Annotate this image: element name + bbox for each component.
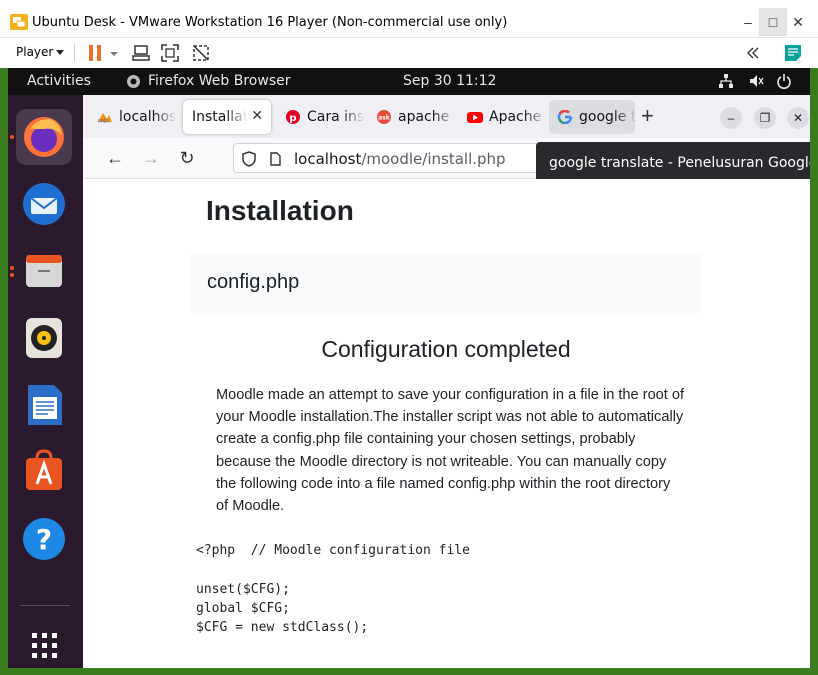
url-path: /moodle/install.php bbox=[361, 150, 506, 168]
tab-label: google translate bbox=[579, 109, 637, 125]
vmware-logo-icon bbox=[10, 14, 28, 30]
files-icon bbox=[26, 255, 62, 287]
firefox-window: PMA localhost Installation ✕ p Cara inst… bbox=[83, 95, 810, 668]
dock-rhythmbox[interactable] bbox=[16, 310, 72, 366]
tab-label: localhost bbox=[119, 109, 177, 125]
activities-button[interactable]: Activities bbox=[27, 73, 91, 89]
ubuntu-dock: ? bbox=[8, 95, 83, 668]
page-info-icon[interactable] bbox=[269, 152, 281, 166]
dock-firefox[interactable] bbox=[16, 109, 72, 165]
toolbar-divider bbox=[74, 44, 75, 62]
tab-tooltip: google translate - Penelusuran Google bbox=[536, 142, 810, 184]
svg-text:p: p bbox=[289, 113, 296, 124]
tab-label: apache bbox=[398, 109, 450, 125]
send-ctrl-alt-del-icon[interactable] bbox=[132, 44, 150, 62]
window-title: Ubuntu Desk - VMware Workstation 16 Play… bbox=[32, 15, 508, 30]
pause-icon[interactable] bbox=[86, 44, 104, 62]
new-tab-button[interactable]: + bbox=[641, 103, 654, 129]
configuration-completed-heading: Configuration completed bbox=[321, 336, 571, 362]
instructions-paragraph: Moodle made an attempt to save your conf… bbox=[216, 387, 685, 515]
tracking-protection-shield-icon[interactable] bbox=[242, 151, 256, 167]
app-menu[interactable]: Firefox Web Browser bbox=[148, 73, 291, 89]
clock[interactable]: Sep 30 11:12 bbox=[403, 73, 496, 89]
network-icon[interactable] bbox=[718, 73, 734, 89]
tab-installation[interactable]: Installation ✕ bbox=[183, 100, 271, 134]
tab-cara-install[interactable]: p Cara install bbox=[277, 100, 365, 134]
config-box: config.php bbox=[191, 254, 701, 313]
firefox-minimize-button[interactable]: – bbox=[720, 107, 742, 129]
close-tab-icon[interactable]: ✕ bbox=[251, 108, 263, 124]
svg-text:ask: ask bbox=[378, 115, 391, 122]
tab-label: Installation bbox=[192, 109, 248, 125]
tab-apache-youtube[interactable]: Apache bbox=[459, 100, 544, 134]
firefox-icon bbox=[24, 117, 64, 157]
ask-icon: ask bbox=[377, 110, 391, 124]
url-text: localhost/moodle/install.php bbox=[294, 150, 506, 168]
ubuntu-top-bar: Activities Firefox Web Browser Sep 30 11… bbox=[8, 68, 810, 95]
forward-button[interactable]: → bbox=[139, 146, 163, 170]
page-heading: Installation bbox=[206, 195, 354, 226]
notes-icon[interactable] bbox=[784, 44, 802, 62]
close-button[interactable]: ✕ bbox=[784, 8, 812, 36]
help-icon: ? bbox=[23, 518, 65, 560]
back-button[interactable]: ← bbox=[103, 146, 127, 170]
thunderbird-icon bbox=[23, 183, 65, 225]
vmware-toolbar: Player bbox=[0, 38, 818, 68]
volume-muted-icon[interactable] bbox=[748, 73, 764, 89]
power-icon[interactable] bbox=[776, 73, 792, 89]
tab-bar: PMA localhost Installation ✕ p Cara inst… bbox=[83, 95, 810, 138]
pinterest-icon: p bbox=[286, 110, 300, 124]
fullscreen-icon[interactable] bbox=[161, 44, 179, 62]
firefox-close-button[interactable]: ✕ bbox=[787, 107, 809, 129]
maximize-button[interactable]: □ bbox=[759, 8, 787, 36]
collapse-toolbar-icon[interactable] bbox=[744, 44, 762, 62]
config-box-title: config.php bbox=[207, 271, 300, 293]
google-icon bbox=[557, 110, 573, 124]
svg-text:?: ? bbox=[36, 523, 52, 556]
running-indicator bbox=[10, 266, 14, 270]
vmware-title-bar: Ubuntu Desk - VMware Workstation 16 Play… bbox=[0, 0, 818, 38]
running-indicator bbox=[10, 135, 14, 139]
dock-show-applications[interactable] bbox=[16, 617, 72, 668]
firefox-restore-button[interactable]: ❐ bbox=[754, 107, 776, 129]
player-menu[interactable]: Player bbox=[16, 45, 53, 59]
page-content: Installation config.php Configuration co… bbox=[83, 179, 810, 668]
dock-thunderbird[interactable] bbox=[16, 176, 72, 232]
config-code-block[interactable]: <?php // Moodle configuration file unset… bbox=[196, 541, 470, 637]
youtube-icon bbox=[467, 112, 483, 123]
url-host: localhost bbox=[294, 150, 362, 168]
unity-mode-icon[interactable] bbox=[192, 44, 210, 62]
phpmyadmin-icon: PMA bbox=[98, 113, 112, 124]
minimize-button[interactable]: – bbox=[734, 8, 762, 36]
tab-label: Apache bbox=[489, 109, 542, 125]
reload-button[interactable]: ↻ bbox=[175, 146, 199, 170]
app-grid-icon bbox=[32, 633, 57, 658]
vm-screen: Activities Firefox Web Browser Sep 30 11… bbox=[8, 68, 810, 668]
tab-label: Cara install bbox=[307, 109, 365, 125]
svg-text:PMA: PMA bbox=[98, 119, 109, 124]
running-indicator bbox=[10, 273, 14, 277]
rhythmbox-icon bbox=[26, 318, 62, 358]
dock-ubuntu-software[interactable] bbox=[16, 444, 72, 500]
dock-files[interactable] bbox=[16, 243, 72, 299]
software-store-icon bbox=[26, 449, 62, 490]
player-menu-arrow-icon[interactable] bbox=[56, 50, 64, 55]
dock-separator bbox=[20, 605, 70, 606]
tab-apache-ask[interactable]: ask apache bbox=[368, 100, 453, 134]
firefox-app-icon bbox=[127, 75, 140, 88]
tab-google-translate[interactable]: google translate bbox=[549, 100, 637, 134]
tab-localhost[interactable]: PMA localhost bbox=[89, 100, 177, 134]
dock-libreoffice-writer[interactable] bbox=[16, 377, 72, 433]
writer-icon bbox=[28, 385, 62, 425]
dock-help[interactable]: ? bbox=[16, 511, 72, 567]
pause-dropdown-icon[interactable] bbox=[108, 44, 120, 62]
